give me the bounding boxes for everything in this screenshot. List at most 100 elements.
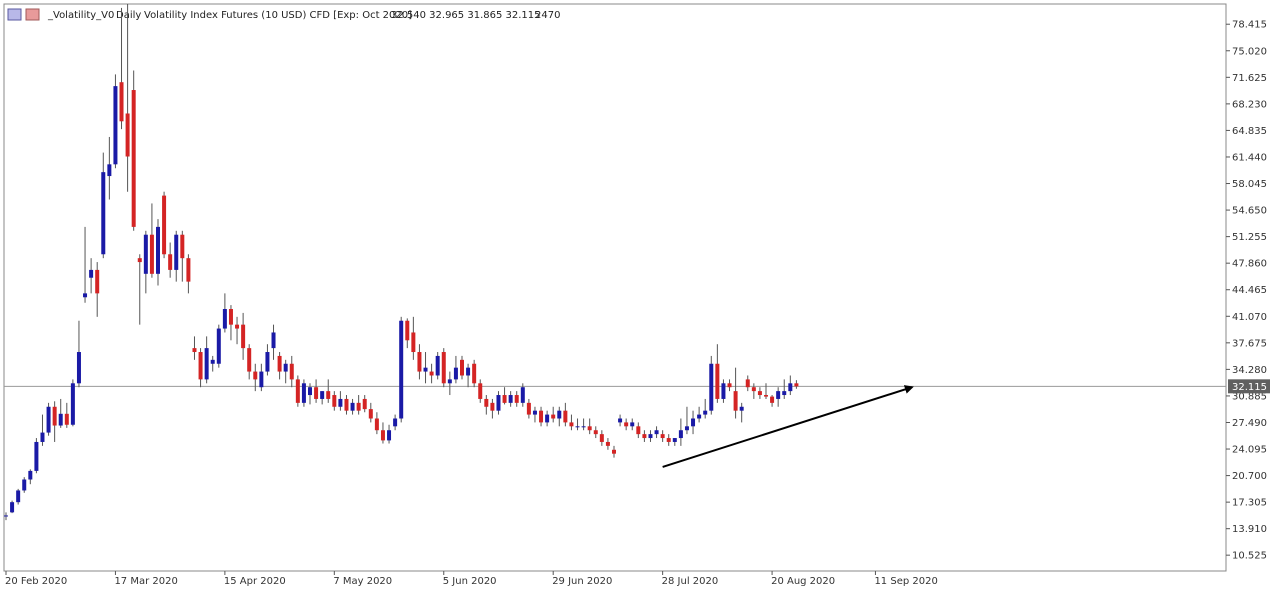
candle-body-bull <box>678 430 683 439</box>
candle <box>283 359 288 384</box>
candle <box>301 379 306 407</box>
candle <box>654 426 659 439</box>
candle <box>387 424 392 444</box>
candle-body-bull <box>58 413 63 426</box>
candle-body-bear <box>198 352 203 380</box>
trendline-group[interactable] <box>662 385 914 468</box>
candle <box>605 438 610 450</box>
candle-body-bear <box>460 359 464 376</box>
candle <box>447 371 452 396</box>
candle <box>228 305 233 341</box>
candle <box>429 363 434 384</box>
candle-body-bull <box>672 438 677 442</box>
candle-body-bull <box>703 410 708 415</box>
candle <box>502 387 507 405</box>
candle-body-bull <box>107 164 112 177</box>
y-tick-label: 58.045 <box>1232 179 1267 190</box>
candle <box>58 398 63 428</box>
candle-body-bear <box>441 352 446 384</box>
candle-body-bear <box>253 371 258 380</box>
candle-body-bear <box>794 383 799 387</box>
candle-body-bear <box>770 396 775 403</box>
candle <box>484 395 489 415</box>
candle-body-bull <box>654 430 659 435</box>
y-tick-label: 68.230 <box>1232 99 1267 110</box>
candle <box>16 488 21 505</box>
candle <box>332 391 337 411</box>
candle <box>210 355 215 372</box>
candle <box>174 230 179 282</box>
candle-body-bull <box>545 414 550 423</box>
y-tick-label: 24.095 <box>1232 445 1267 456</box>
candle-body-bull <box>788 383 793 392</box>
candle-body-bull <box>508 395 513 403</box>
candle <box>28 469 33 485</box>
candle <box>557 406 562 427</box>
candle <box>368 402 373 423</box>
candle-body-bull <box>557 410 562 419</box>
candle <box>715 344 720 403</box>
x-tick-label: 20 Aug 2020 <box>771 576 835 587</box>
candle-body-bull <box>16 490 21 503</box>
trendline-arrow[interactable] <box>662 385 914 468</box>
candle <box>405 318 410 349</box>
candle <box>666 434 671 446</box>
candle <box>569 414 574 431</box>
candle <box>247 344 252 380</box>
candle-body-bull <box>684 426 689 431</box>
candle-body-bull <box>40 432 45 442</box>
candle-body-bear <box>411 332 416 353</box>
candle-body-bull <box>222 309 227 329</box>
candle-body-bull <box>393 418 398 427</box>
candle-body-bear <box>228 309 233 325</box>
candle <box>630 418 635 431</box>
candle <box>532 406 537 423</box>
candle-body-bear <box>149 234 154 274</box>
candle-body-bull <box>283 363 288 372</box>
candle <box>453 355 458 384</box>
candle-body-bull <box>575 426 580 428</box>
candle-body-bear <box>168 254 173 270</box>
candle <box>326 379 331 403</box>
candle-body-bull <box>618 418 623 423</box>
candle-body-bear <box>733 391 738 411</box>
candle-body-bear <box>484 398 489 407</box>
candle <box>101 152 106 259</box>
candle <box>508 391 513 407</box>
candle-body-bull <box>28 470 33 480</box>
candle-body-bull <box>435 355 440 376</box>
candle <box>703 398 708 419</box>
candle <box>460 355 464 380</box>
price-chart[interactable]: _Volatility_V0 Daily Volatility Index Fu… <box>0 0 1280 593</box>
candle <box>89 258 94 294</box>
candle-body-bear <box>374 418 379 431</box>
candle <box>466 363 471 388</box>
candle <box>271 324 276 360</box>
candle-body-bear <box>247 348 252 372</box>
y-tick-label: 54.650 <box>1232 206 1267 217</box>
candle-body-bull <box>46 406 51 433</box>
y-tick-label: 13.910 <box>1232 524 1267 535</box>
candle <box>131 70 136 231</box>
candle-body-bear <box>472 363 477 384</box>
y-tick-label: 37.675 <box>1232 338 1267 349</box>
candle-body-bear <box>593 430 598 435</box>
candle <box>575 418 580 431</box>
chart-header: _Volatility_V0 Daily Volatility Index Fu… <box>7 8 560 21</box>
candle <box>34 438 39 474</box>
candle <box>362 395 367 413</box>
candle-body-bear <box>417 352 422 372</box>
y-tick-label: 34.280 <box>1232 365 1267 376</box>
candle-body-bull <box>520 387 525 403</box>
candle <box>672 438 677 446</box>
candle-body-bull <box>308 387 312 396</box>
candle-body-bear <box>624 422 629 427</box>
candle-body-bull <box>721 383 726 399</box>
candle <box>636 422 641 439</box>
candle-body-bear <box>612 449 616 454</box>
candle-body-bull <box>320 391 325 399</box>
candle-body-bear <box>666 438 671 442</box>
candle <box>10 500 15 514</box>
y-tick-label: 44.465 <box>1232 285 1267 296</box>
candle-body-bear <box>235 324 240 329</box>
